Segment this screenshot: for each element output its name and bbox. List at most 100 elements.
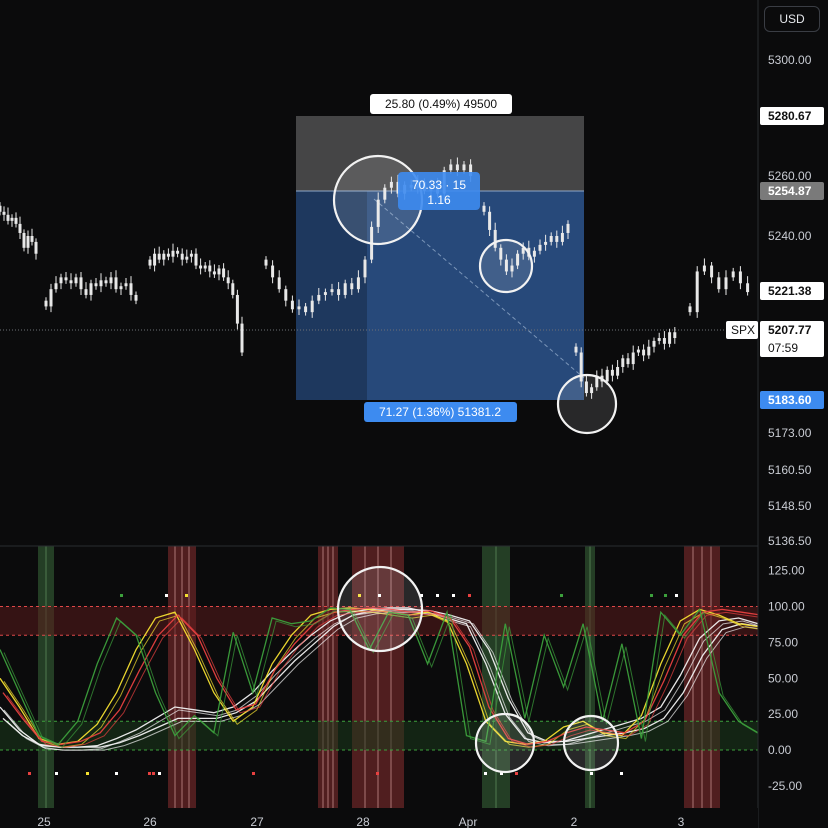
candle-body bbox=[148, 259, 152, 266]
signal-dot bbox=[120, 594, 123, 597]
candle-body bbox=[668, 332, 672, 344]
signal-dot bbox=[452, 594, 455, 597]
osc-tick-label: 75.00 bbox=[768, 635, 798, 649]
candle-body bbox=[724, 277, 728, 290]
measure-top-label: 25.80 (0.49%) 49500 bbox=[385, 97, 497, 111]
candle-body bbox=[330, 289, 334, 293]
candle-body bbox=[185, 256, 189, 260]
candle-body bbox=[455, 164, 459, 171]
time-tick-label: 26 bbox=[143, 815, 157, 828]
candle-body bbox=[64, 277, 68, 281]
signal-dot bbox=[376, 772, 379, 775]
candle-body bbox=[488, 211, 492, 230]
candle-body bbox=[652, 340, 656, 347]
candle-body bbox=[69, 280, 73, 284]
price-tag-text: 5254.87 bbox=[768, 184, 812, 198]
price-tag-text: 5221.38 bbox=[768, 284, 812, 298]
price-tick-label: 5260.00 bbox=[768, 169, 812, 183]
candle-body bbox=[2, 211, 6, 215]
time-tick-label: 27 bbox=[250, 815, 264, 828]
candle-body bbox=[79, 277, 83, 290]
candle-body bbox=[695, 271, 699, 313]
candle-body bbox=[717, 277, 721, 290]
countdown-text: 07:59 bbox=[768, 341, 798, 355]
highlight-circle bbox=[474, 712, 536, 774]
signal-dot bbox=[675, 594, 678, 597]
candle-body bbox=[235, 294, 239, 324]
signal-dot bbox=[86, 772, 89, 775]
highlight-circle bbox=[336, 565, 424, 653]
signal-dot bbox=[436, 594, 439, 597]
osc-tick-label: -25.00 bbox=[768, 779, 802, 793]
candle-body bbox=[337, 289, 341, 295]
candle-body bbox=[462, 164, 466, 171]
candle-body bbox=[356, 277, 360, 290]
time-tick-label: Apr bbox=[459, 815, 478, 828]
candle-body bbox=[731, 271, 735, 278]
candle-body bbox=[271, 265, 275, 278]
candle-body bbox=[208, 265, 212, 272]
candle-body bbox=[549, 236, 553, 242]
candle-body bbox=[574, 346, 578, 353]
candle-body bbox=[54, 283, 58, 290]
candle-body bbox=[22, 232, 26, 248]
signal-dot bbox=[55, 772, 58, 775]
candle-body bbox=[84, 289, 88, 295]
candle-body bbox=[226, 277, 230, 284]
osc-tick-label: 0.00 bbox=[768, 743, 792, 757]
candle-body bbox=[18, 223, 22, 233]
price-tag-text: 5207.77 bbox=[768, 323, 812, 337]
measure-mid-label-1: 70.33 · 15 bbox=[412, 178, 466, 192]
candle-body bbox=[343, 283, 347, 295]
signal-dot bbox=[560, 594, 563, 597]
candle-body bbox=[310, 300, 314, 313]
signal-dot bbox=[28, 772, 31, 775]
candle-body bbox=[304, 306, 308, 313]
osc-tick-label: 100.00 bbox=[768, 600, 805, 614]
signal-dot bbox=[664, 594, 667, 597]
candle-body bbox=[746, 283, 750, 293]
time-tick-label: 28 bbox=[356, 815, 370, 828]
highlight-circle bbox=[556, 373, 618, 435]
time-tick-label: 3 bbox=[678, 815, 685, 828]
candle-body bbox=[49, 289, 53, 307]
measure-bottom-label: 71.27 (1.36%) 51381.2 bbox=[379, 405, 501, 419]
candle-body bbox=[482, 205, 486, 212]
candle-body bbox=[157, 253, 161, 260]
signal-dot bbox=[185, 594, 188, 597]
candle-body bbox=[162, 253, 166, 260]
time-tick-label: 25 bbox=[37, 815, 51, 828]
candle-body bbox=[194, 253, 198, 266]
price-tag-text: 5280.67 bbox=[768, 109, 812, 123]
signal-dot bbox=[590, 772, 593, 775]
candle-body bbox=[673, 332, 677, 339]
candle-body bbox=[560, 232, 564, 242]
time-tick-label: 2 bbox=[571, 815, 578, 828]
signal-dot bbox=[252, 772, 255, 775]
price-tag-text: 5183.60 bbox=[768, 393, 812, 407]
symbol-tag: SPX bbox=[731, 323, 755, 337]
candle-body bbox=[74, 277, 78, 284]
signal-dot bbox=[468, 594, 471, 597]
trading-chart[interactable]: 5300.00 5260.00 5240.00 5173.00 5160.50 5148.… bbox=[0, 0, 828, 828]
signal-dot bbox=[484, 772, 487, 775]
candle-body bbox=[642, 349, 646, 356]
candle-body bbox=[688, 306, 692, 313]
candle-body bbox=[34, 241, 38, 254]
candle-body bbox=[636, 349, 640, 353]
candle-body bbox=[0, 205, 2, 212]
time-axis[interactable]: 25 26 27 28 Apr 2 3 bbox=[0, 808, 758, 828]
candle-body bbox=[124, 283, 128, 287]
candle-body bbox=[199, 265, 203, 269]
candle-body bbox=[99, 280, 103, 287]
time-axis-background bbox=[0, 808, 758, 828]
candle-body bbox=[317, 294, 321, 301]
candle-body bbox=[538, 244, 542, 251]
osc-tick-label: 25.00 bbox=[768, 707, 798, 721]
candle-body bbox=[323, 292, 327, 295]
candle-body bbox=[277, 277, 281, 290]
currency-button[interactable]: USD bbox=[764, 6, 820, 32]
osc-tick-label: 50.00 bbox=[768, 671, 798, 685]
candle-body bbox=[532, 250, 536, 257]
price-tick-label: 5160.50 bbox=[768, 463, 812, 477]
